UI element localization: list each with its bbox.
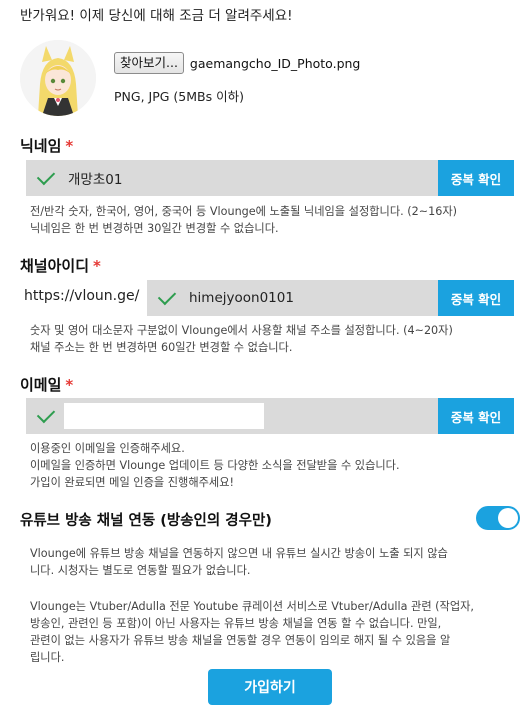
channel-duplicate-check-button[interactable]: 중복 확인 [438,280,514,316]
required-mark: * [65,137,74,155]
email-duplicate-check-button[interactable]: 중복 확인 [438,398,514,434]
signup-button[interactable]: 가입하기 [208,669,332,705]
email-input[interactable] [26,398,438,434]
email-value-redacted [64,403,264,429]
file-name: gaemangcho_ID_Photo.png [189,55,361,71]
channel-id-label-text: 채널아이디 [20,257,90,275]
email-help-line: 이메일을 인증하면 Vlounge 업데이트 등 다양한 소식을 전달받을 수 … [30,459,400,472]
nickname-duplicate-check-button[interactable]: 중복 확인 [438,160,514,196]
channel-id-label: 채널아이디 * [20,255,101,276]
email-help: 이용중인 이메일을 인증해주세요. 이메일을 인증하면 Vlounge 업데이트… [30,440,510,491]
nickname-label-text: 닉네임 [20,137,62,155]
check-icon [157,286,177,306]
nickname-value: 개망초01 [68,172,123,188]
profile-avatar[interactable] [20,40,96,116]
file-browse-button[interactable]: 찾아보기... [114,52,184,74]
nickname-help-line: 전/반각 숫자, 한국어, 영어, 중국어 등 Vlounge에 노출될 닉네임… [30,205,457,218]
youtube-help: Vlounge에 유튜브 방송 채널을 연동하지 않으면 내 유튜브 실시간 방… [30,545,510,579]
channel-url-prefix: https://vloun.ge/ [24,288,140,304]
youtube-notice: Vlounge는 Vtuber/Adulla 전문 Youtube 큐레이션 서… [30,598,510,666]
email-help-line: 이용중인 이메일을 인증해주세요. [30,442,185,455]
channel-help-line: 채널 주소는 한 번 변경하면 60일간 변경할 수 없습니다. [30,341,293,354]
youtube-notice-line: 립니다. [30,651,65,664]
nickname-input[interactable]: 개망초01 [26,160,438,196]
channel-help-line: 숫자 및 영어 대소문자 구분없이 Vlounge에서 사용할 채널 주소를 설… [30,324,453,337]
file-upload-row: 찾아보기... gaemangcho_ID_Photo.png [114,52,360,74]
channel-id-value: himejyoon0101 [189,290,294,306]
youtube-notice-line: Vlounge는 Vtuber/Adulla 전문 Youtube 큐레이션 서… [30,600,474,613]
youtube-link-toggle[interactable] [476,506,520,530]
required-mark: * [93,257,101,275]
greeting-text: 반가워요! 이제 당신에 대해 조금 더 알려주세요! [20,8,293,24]
toggle-knob [498,508,518,528]
anime-character-avatar-icon [20,40,96,116]
nickname-help-line: 닉네임은 한 번 변경하면 30일간 변경할 수 없습니다. [30,222,279,235]
file-format-hint: PNG, JPG (5MBs 이하) [114,89,244,104]
email-label: 이메일 * [20,374,73,395]
youtube-help-line: Vlounge에 유튜브 방송 채널을 연동하지 않으면 내 유튜브 실시간 방… [30,547,448,560]
youtube-link-title: 유튜브 방송 채널 연동 (방송인의 경우만) [20,513,272,529]
nickname-help: 전/반각 숫자, 한국어, 영어, 중국어 등 Vlounge에 노출될 닉네임… [30,203,510,237]
youtube-help-line: 니다. 시청자는 별도로 연동할 필요가 없습니다. [30,564,251,577]
channel-id-input[interactable]: himejyoon0101 [147,280,438,316]
email-help-line: 가입이 완료되면 메일 인증을 진행해주세요! [30,476,234,489]
youtube-notice-line: 방송인, 관련인 등 포함)이 아닌 사용자는 유튜브 방송 채널을 연동 할 … [30,617,442,630]
check-icon [36,166,56,186]
email-label-text: 이메일 [20,376,62,394]
required-mark: * [65,376,74,394]
channel-help: 숫자 및 영어 대소문자 구분없이 Vlounge에서 사용할 채널 주소를 설… [30,322,510,356]
youtube-notice-line: 관련이 없는 사용자가 유튜브 방송 채널을 연동할 경우 연동이 임의로 해지… [30,634,451,647]
nickname-label: 닉네임 * [20,135,73,156]
check-icon [36,404,56,424]
